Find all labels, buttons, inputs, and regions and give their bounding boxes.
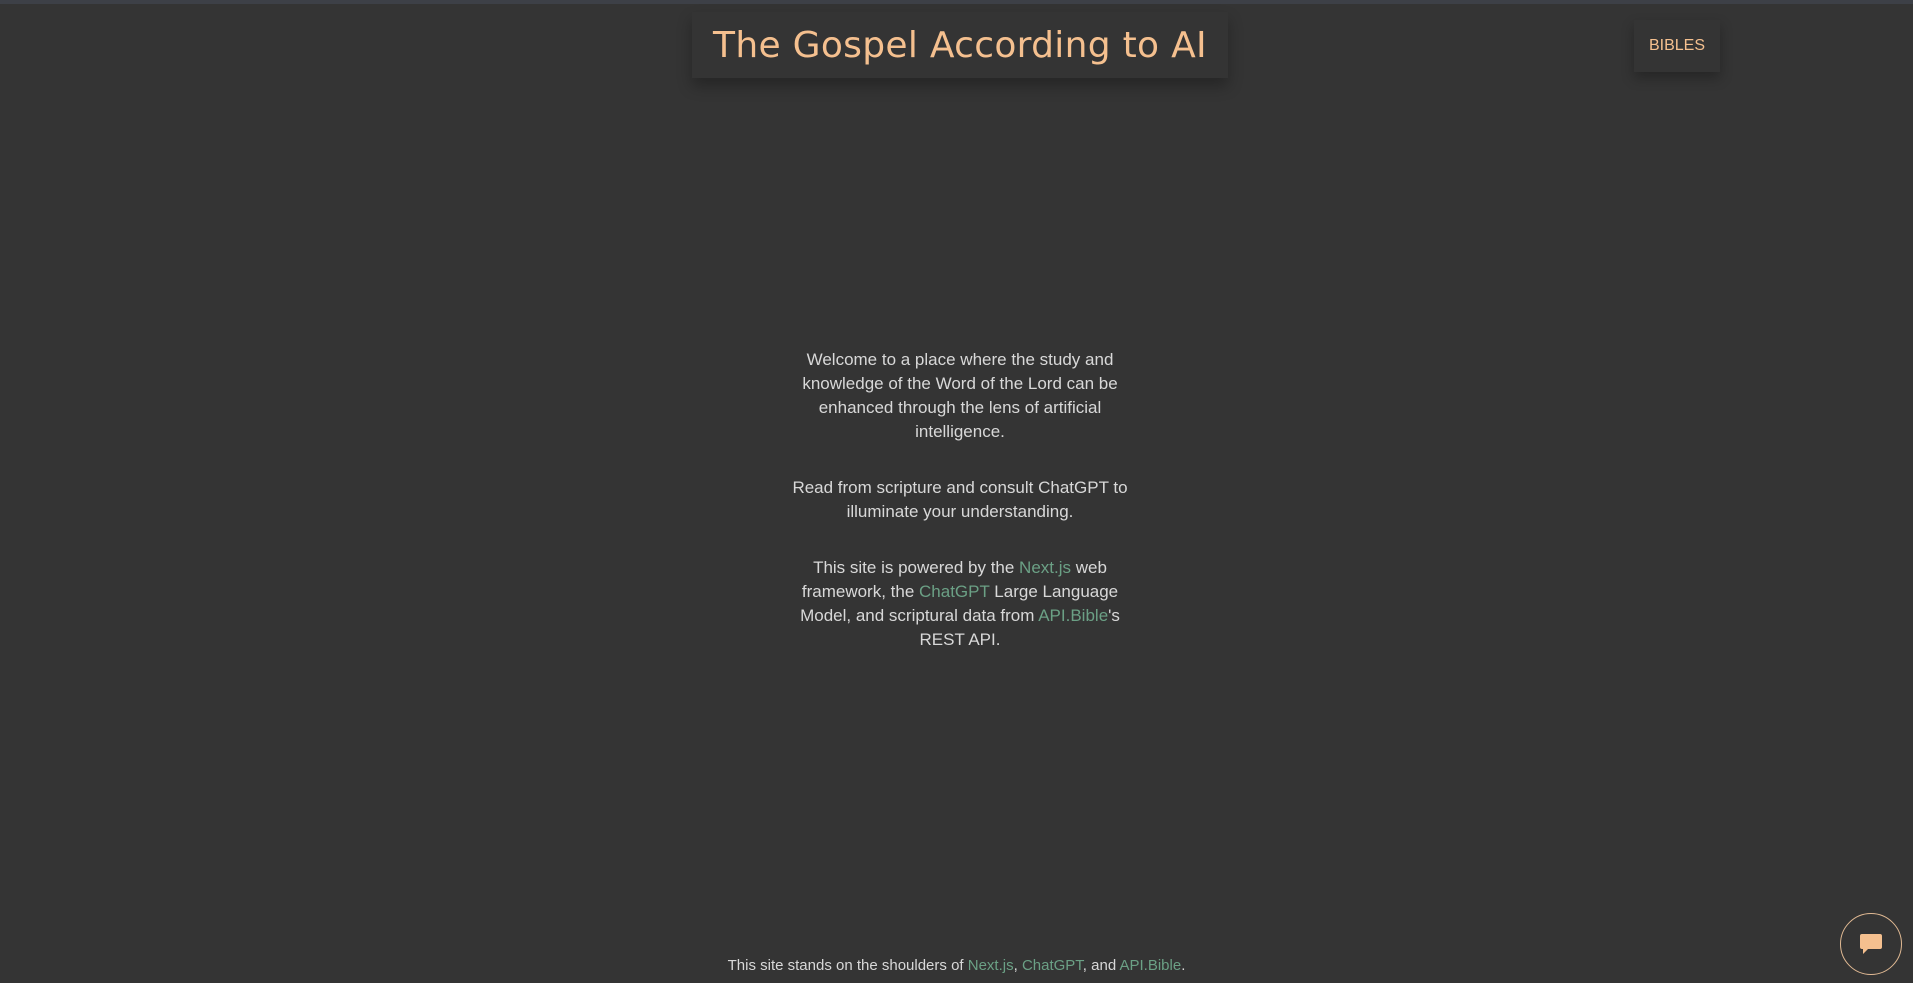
footer-text: This site stands on the shoulders of [727, 957, 968, 974]
footer-api-bible-link[interactable]: API.Bible [1120, 957, 1182, 974]
page-title: The Gospel According to AI [713, 24, 1207, 66]
chatgpt-link[interactable]: ChatGPT [919, 582, 990, 601]
footer-nextjs-link[interactable]: Next.js [968, 957, 1014, 974]
welcome-paragraph: Welcome to a place where the study and k… [802, 350, 1118, 441]
powered-by-paragraph: This site is powered by the Next.js web … [792, 556, 1128, 652]
intro-section: Welcome to a place where the study and k… [792, 348, 1128, 684]
chat-button[interactable] [1840, 913, 1902, 975]
footer-text: , and [1082, 957, 1120, 974]
powered-by-text: This site is powered by the [813, 558, 1020, 577]
api-bible-link[interactable]: API.Bible [1038, 606, 1108, 625]
footer-text: , [1013, 957, 1022, 974]
footer-chatgpt-link[interactable]: ChatGPT [1022, 957, 1083, 974]
title-card: The Gospel According to AI [692, 12, 1228, 78]
site-footer: This site stands on the shoulders of Nex… [0, 956, 1913, 976]
bibles-nav-button[interactable]: BIBLES [1634, 20, 1720, 72]
nextjs-link[interactable]: Next.js [1019, 558, 1071, 577]
chat-bubble-icon [1860, 934, 1882, 954]
read-paragraph: Read from scripture and consult ChatGPT … [792, 478, 1128, 521]
footer-text: . [1181, 957, 1186, 974]
page: The Gospel According to AI BIBLES Welcom… [0, 0, 1913, 983]
